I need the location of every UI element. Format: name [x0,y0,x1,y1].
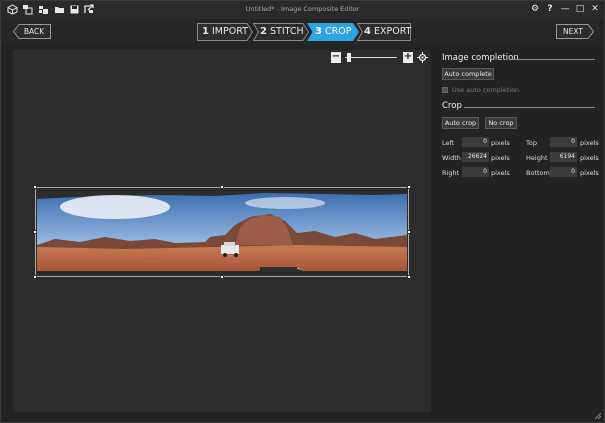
image-completion-title: Image completion [442,53,519,63]
fit-to-window-icon[interactable] [417,52,428,63]
step-label: CROP [325,26,352,37]
bottom-input[interactable]: 0 [550,167,577,177]
help-icon[interactable]: ? [544,3,556,15]
step-label: STITCH [270,26,304,37]
step-number: 2 [260,26,267,37]
left-label: Left [442,139,455,147]
crop-handle-left[interactable] [33,230,37,234]
right-input[interactable]: 0 [462,167,489,177]
close-button[interactable]: ✕ [589,3,601,15]
auto-crop-button[interactable]: Auto crop [442,117,479,129]
left-unit: pixels [491,139,510,147]
right-label: Right [442,169,460,177]
step-number: 3 [315,26,322,37]
next-button[interactable]: NEXT [556,24,594,39]
window-title: Untitled* - Image Composite Editor [245,5,360,13]
minimize-button[interactable]: — [559,3,571,15]
zoom-slider-track[interactable] [345,57,397,58]
section-divider [511,59,595,60]
next-button-label: NEXT [563,27,583,36]
settings-panel: Image completion Auto complete Use auto … [439,50,599,412]
zoom-control: − + [331,52,431,64]
crop-handle-bottom[interactable] [220,275,224,279]
height-unit: pixels [580,154,599,162]
zoom-in-button[interactable]: + [403,52,413,63]
left-input[interactable]: 0 [462,137,489,147]
auto-complete-button[interactable]: Auto complete [442,68,494,80]
workflow-steps: 1 IMPORT 2 STITCH 3 CROP 4 EXPORT [197,23,411,41]
crop-title: Crop [442,101,462,111]
top-label: Top [526,139,537,147]
title-bar: Untitled* - Image Composite Editor ⚙ ? —… [1,1,604,19]
bottom-label: Bottom [526,169,550,177]
section-divider [464,107,595,108]
back-button[interactable]: BACK [13,24,51,39]
crop-handle-right[interactable] [407,230,411,234]
step-label: EXPORT [374,26,412,37]
height-input[interactable]: 6194 [550,152,577,162]
crop-handle-top-right[interactable] [407,185,411,189]
use-auto-completion-checkbox[interactable] [442,87,448,93]
right-unit: pixels [491,169,510,177]
height-label: Height [526,154,548,162]
crop-handle-bottom-left[interactable] [33,275,37,279]
crop-handle-top-left[interactable] [33,185,37,189]
width-input[interactable]: 26624 [462,152,489,162]
step-number: 1 [202,26,209,37]
crop-handle-bottom-right[interactable] [407,275,411,279]
resize-grip-icon[interactable] [594,412,602,420]
preview-canvas[interactable]: − + [13,50,431,412]
app-window: Untitled* - Image Composite Editor ⚙ ? —… [0,0,605,423]
crop-handle-top[interactable] [220,185,224,189]
bottom-unit: pixels [580,169,599,177]
zoom-out-button[interactable]: − [331,52,341,63]
step-number: 4 [364,26,371,37]
step-label: IMPORT [212,26,248,37]
panorama-image[interactable] [35,187,409,277]
back-button-label: BACK [23,27,45,36]
workflow-nav-bar: BACK 1 IMPORT 2 STITCH 3 CROP 4 EXPORT N… [1,19,604,45]
no-crop-button[interactable]: No crop [485,117,517,129]
width-label: Width [442,154,461,162]
width-unit: pixels [491,154,510,162]
top-input[interactable]: 0 [550,137,577,147]
use-auto-completion-label: Use auto completion [452,86,520,94]
zoom-slider-thumb[interactable] [347,53,352,62]
top-unit: pixels [580,139,599,147]
settings-gear-icon[interactable]: ⚙ [529,3,541,15]
maximize-button[interactable]: □ [574,3,586,15]
